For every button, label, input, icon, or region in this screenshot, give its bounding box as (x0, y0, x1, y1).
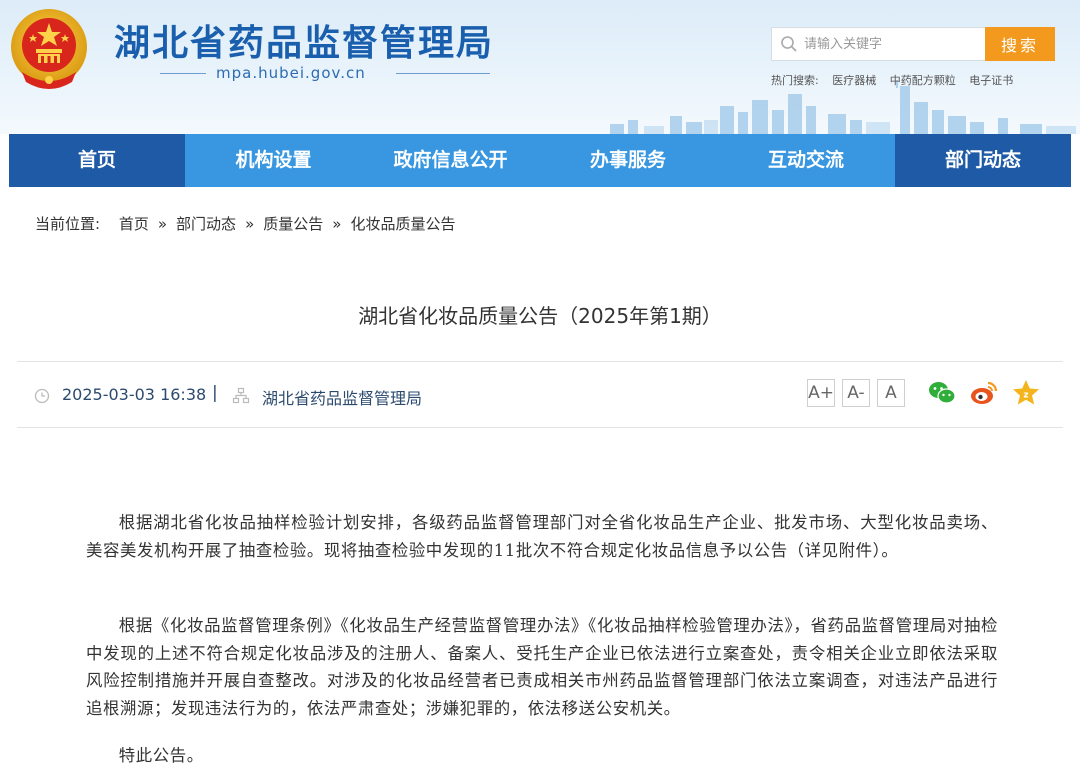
nav-item-home[interactable]: 首页 (9, 134, 185, 187)
publish-date: 2025-03-03 16:38 (62, 385, 207, 404)
svg-text:z: z (1023, 391, 1028, 401)
weibo-icon[interactable] (969, 378, 999, 408)
article-paragraph: 根据湖北省化妆品抽样检验计划安排，各级药品监督管理部门对全省化妆品生产企业、批发… (86, 513, 998, 560)
breadcrumb-separator: » (157, 215, 168, 233)
breadcrumb-label: 当前位置: (35, 215, 101, 233)
clock-icon (34, 388, 50, 404)
nav-item-services[interactable]: 办事服务 (539, 134, 717, 187)
nav-item-department-news[interactable]: 部门动态 (895, 134, 1071, 187)
domain-line-left (160, 73, 206, 74)
article-closing: 特此公告。 (118, 746, 204, 765)
main-nav: 首页 机构设置 政府信息公开 办事服务 互动交流 部门动态 (0, 134, 1080, 187)
hot-keyword-link[interactable]: 中药配方颗粒 (890, 74, 956, 87)
breadcrumb-item-home[interactable]: 首页 (119, 215, 149, 233)
wechat-icon[interactable] (927, 378, 957, 408)
city-skyline-illustration (610, 80, 1076, 134)
breadcrumb-separator: » (245, 215, 255, 233)
article-paragraph: 根据《化妆品监督管理条例》《化妆品生产经营监督管理办法》《化妆品抽样检验管理办法… (86, 616, 998, 718)
search-button[interactable]: 搜索 (985, 27, 1055, 61)
hot-keyword-link[interactable]: 医疗器械 (832, 74, 876, 87)
hot-search: 热门搜索: 医疗器械 中药配方颗粒 电子证书 (771, 72, 1023, 88)
domain-line-right (396, 73, 490, 74)
hot-keyword-link[interactable]: 电子证书 (969, 74, 1013, 87)
title-divider (17, 361, 1063, 362)
breadcrumb-item-cosmetics-notice[interactable]: 化妆品质量公告 (350, 215, 455, 233)
meta-divider-line (17, 427, 1063, 428)
breadcrumb: 当前位置: 首页 » 部门动态 » 质量公告 » 化妆品质量公告 (35, 213, 455, 234)
font-decrease-button[interactable]: A- (842, 379, 870, 407)
site-title[interactable]: 湖北省药品监督管理局 (114, 14, 494, 66)
organization-icon (232, 387, 250, 404)
hot-search-label: 热门搜索: (771, 74, 819, 87)
nav-item-gov-info[interactable]: 政府信息公开 (362, 134, 539, 187)
nav-edge-right (1071, 134, 1080, 187)
breadcrumb-item-quality-notice[interactable]: 质量公告 (263, 215, 323, 233)
site-domain: mpa.hubei.gov.cn (160, 62, 490, 86)
site-header: 湖北省药品监督管理局 mpa.hubei.gov.cn 请输入关键字 搜索 热门… (0, 0, 1080, 134)
search-icon (781, 36, 797, 52)
article-title: 湖北省化妆品质量公告（2025年第1期） (358, 304, 722, 328)
nav-edge-left (0, 134, 9, 187)
breadcrumb-item-department-news[interactable]: 部门动态 (176, 215, 236, 233)
meta-divider: | (212, 383, 218, 403)
font-increase-button[interactable]: A+ (807, 379, 835, 407)
search-box (771, 27, 985, 61)
national-emblem-icon (11, 9, 87, 89)
breadcrumb-separator: » (332, 215, 342, 233)
nav-item-interaction[interactable]: 互动交流 (717, 134, 895, 187)
favorite-icon[interactable]: z (1011, 378, 1041, 408)
domain-text: mpa.hubei.gov.cn (216, 64, 366, 82)
search-input[interactable] (804, 28, 982, 60)
font-reset-button[interactable]: A (877, 379, 905, 407)
nav-item-organization[interactable]: 机构设置 (185, 134, 362, 187)
article-source: 湖北省药品监督管理局 (262, 389, 423, 408)
